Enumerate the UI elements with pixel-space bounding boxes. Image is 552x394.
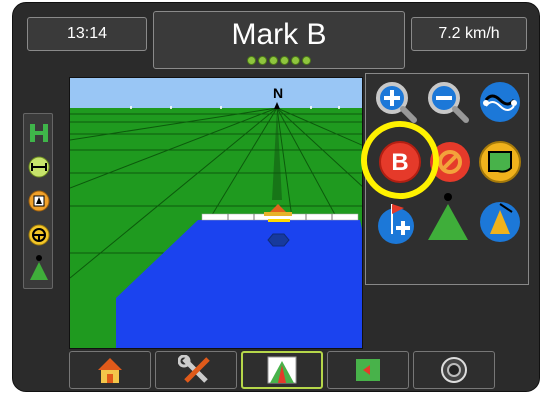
vehicle-name-box[interactable]: Mark B [153, 11, 405, 69]
gps-signal-indicator [247, 55, 311, 65]
gps-led [302, 55, 311, 65]
guidance-mode-icon[interactable] [28, 122, 50, 144]
gps-led [258, 55, 267, 65]
gps-led [291, 55, 300, 65]
camera-icon [441, 357, 467, 383]
sky [70, 78, 362, 108]
map-icon [356, 359, 380, 381]
vehicle-view-icon [428, 193, 468, 240]
home-icon [98, 358, 122, 383]
speed-text: 7.2 km/h [438, 25, 500, 42]
next-point-marker [267, 233, 290, 247]
speed-display: 7.2 km/h [411, 17, 527, 51]
guideline-icon [480, 82, 520, 122]
boundary-button[interactable] [478, 140, 522, 184]
compass-north: N [273, 85, 283, 101]
guidance-options-panel: B [361, 73, 529, 285]
section-control-icon[interactable] [28, 190, 50, 212]
nudge-button[interactable] [478, 200, 522, 244]
time-text: 13:14 [66, 25, 108, 42]
vehicle-view-button[interactable] [426, 192, 470, 240]
steering-icon[interactable] [28, 224, 50, 246]
vehicle-shadow [268, 219, 290, 222]
status-bar: 13:14 Mark B 7.2 km/h [13, 3, 541, 71]
vehicle-name: Mark B [231, 17, 327, 51]
nudge-icon [480, 202, 520, 242]
clock: 13:14 [27, 17, 147, 51]
guidance-view-icon [267, 356, 297, 384]
side-status-panel [23, 113, 53, 289]
camera-tab[interactable] [413, 351, 495, 389]
gps-led [280, 55, 289, 65]
tools-icon [178, 355, 210, 383]
console-screen: 13:14 Mark B 7.2 km/h N B [12, 2, 540, 392]
bottom-navigation [69, 349, 495, 389]
guidance-view-tab[interactable] [241, 351, 323, 389]
home-tab[interactable] [69, 351, 151, 389]
add-flag-icon [378, 204, 414, 244]
swath-width-icon[interactable] [28, 156, 50, 178]
highlight-circle [361, 121, 439, 199]
map-tab[interactable] [327, 351, 409, 389]
guidance-map-view[interactable]: N [69, 77, 363, 349]
boundary-icon [479, 141, 521, 183]
vehicle-icon[interactable] [28, 254, 50, 280]
tools-tab[interactable] [155, 351, 237, 389]
add-flag-button[interactable] [374, 200, 418, 244]
gps-led [269, 55, 278, 65]
perspective-field-view: N [70, 78, 362, 348]
guideline-button[interactable] [478, 80, 522, 124]
gps-led [247, 55, 256, 65]
vehicle-body [264, 212, 292, 216]
